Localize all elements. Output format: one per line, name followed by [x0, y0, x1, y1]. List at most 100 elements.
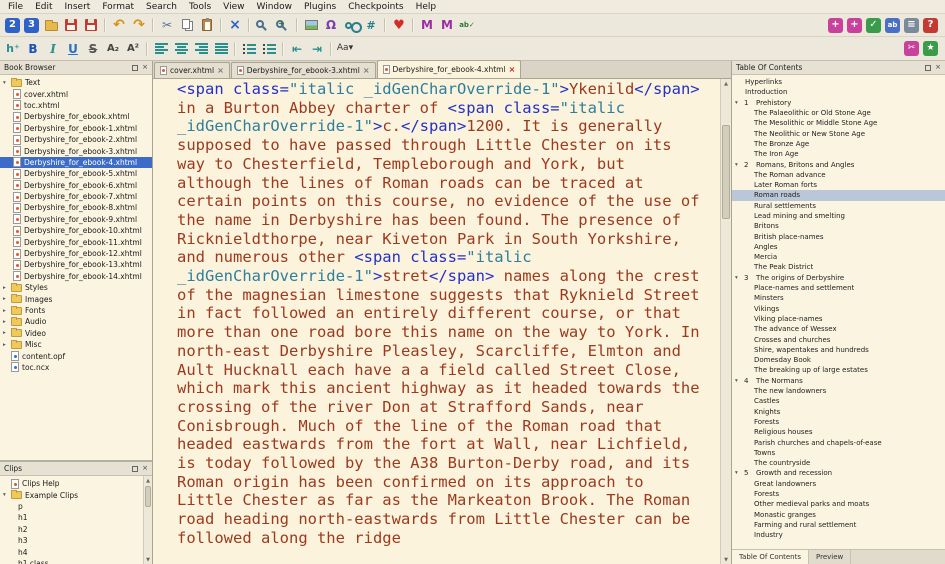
align-left-button[interactable]: [151, 40, 171, 58]
mend-code-button[interactable]: M: [417, 16, 437, 34]
toc-item[interactable]: British place-names: [732, 231, 945, 241]
toc-item[interactable]: Minsters: [732, 293, 945, 303]
toolbar-button[interactable]: [220, 18, 222, 32]
strikethrough-button[interactable]: S: [83, 40, 103, 58]
menu-item[interactable]: Edit: [29, 0, 58, 14]
tree-item-styles-folder[interactable]: Styles: [0, 282, 152, 293]
toc-item[interactable]: The Roman advance: [732, 170, 945, 180]
saved-searches-button[interactable]: ★: [923, 41, 938, 56]
toc-item[interactable]: 3The origins of Derbyshire: [732, 273, 945, 283]
tree-item-toc-ncx[interactable]: toc.ncx: [0, 362, 152, 373]
new-epub3-button[interactable]: 3: [24, 18, 39, 33]
user-guide-button[interactable]: ?: [923, 18, 938, 33]
tree-item[interactable]: Derbyshire_for_ebook-11.xhtml: [0, 236, 152, 247]
scrollbar-thumb[interactable]: [722, 125, 730, 218]
tree-item[interactable]: Derbyshire_for_ebook-12.xhtml: [0, 248, 152, 259]
toolbar-button[interactable]: [384, 18, 386, 32]
cut-button[interactable]: ✂: [157, 16, 177, 34]
outdent-button[interactable]: ⇤: [287, 40, 307, 58]
code-editor[interactable]: <span class="italic _idGenCharOverride-1…: [153, 79, 720, 564]
insert-id-button[interactable]: #: [361, 16, 381, 34]
editor-tab[interactable]: Derbyshire_for_ebook-3.xhtml: [231, 62, 376, 78]
toc-item[interactable]: The Mesolithic or Middle Stone Age: [732, 118, 945, 128]
toolbar-button[interactable]: [282, 42, 284, 56]
tree-item-images-folder[interactable]: Images: [0, 293, 152, 304]
menu-item[interactable]: Plugins: [298, 0, 342, 14]
insert-image-button[interactable]: [301, 16, 321, 34]
tree-item-misc-folder[interactable]: Misc: [0, 339, 152, 350]
footer-tab-toc[interactable]: Table Of Contents: [732, 550, 809, 564]
expand-arrow-icon[interactable]: [735, 162, 744, 168]
close-panel-icon[interactable]: [142, 64, 148, 71]
menu-item[interactable]: Search: [140, 0, 183, 14]
delete-button[interactable]: ×: [225, 16, 245, 34]
toc-item[interactable]: 5Growth and recession: [732, 468, 945, 478]
tree-item-video-folder[interactable]: Video: [0, 328, 152, 339]
open-button[interactable]: [41, 16, 61, 34]
toc-item[interactable]: The Peak District: [732, 262, 945, 272]
toolbar-button[interactable]: [146, 42, 148, 56]
align-right-button[interactable]: [191, 40, 211, 58]
toc-item[interactable]: Religious houses: [732, 427, 945, 437]
toc-item[interactable]: 1Prehistory: [732, 98, 945, 108]
italic-button[interactable]: I: [43, 40, 63, 58]
find-next-button[interactable]: [273, 16, 293, 34]
footer-tab-preview[interactable]: Preview: [809, 550, 851, 564]
save-as-button[interactable]: [81, 16, 101, 34]
toc-item[interactable]: The countryside: [732, 458, 945, 468]
menu-item[interactable]: Window: [251, 0, 299, 14]
toc-item[interactable]: Roman roads: [732, 190, 945, 200]
toolbar-button[interactable]: [412, 18, 414, 32]
clip-item[interactable]: h1 class: [0, 558, 143, 564]
menu-item[interactable]: View: [217, 0, 250, 14]
align-center-button[interactable]: [171, 40, 191, 58]
tree-item[interactable]: Derbyshire_for_ebook.xhtml: [0, 111, 152, 122]
clip-item[interactable]: h1: [0, 512, 143, 523]
toc-item[interactable]: Other medieval parks and moats: [732, 499, 945, 509]
toolbar-button[interactable]: [104, 18, 106, 32]
float-panel-icon[interactable]: [925, 65, 931, 71]
save-button[interactable]: [61, 16, 81, 34]
toc-item[interactable]: The Bronze Age: [732, 139, 945, 149]
toc-item[interactable]: 2Romans, Britons and Angles: [732, 159, 945, 169]
metadata-editor-button[interactable]: ✓: [866, 18, 881, 33]
superscript-button[interactable]: A²: [123, 40, 143, 58]
bullet-list-button[interactable]: [239, 40, 259, 58]
clip-item[interactable]: h4: [0, 546, 143, 557]
toc-item[interactable]: The Iron Age: [732, 149, 945, 159]
toc-item[interactable]: Angles: [732, 242, 945, 252]
indent-button[interactable]: ⇥: [307, 40, 327, 58]
preferences-button[interactable]: ≡: [904, 18, 919, 33]
toc-item[interactable]: Later Roman forts: [732, 180, 945, 190]
float-panel-icon[interactable]: [132, 65, 138, 71]
tab-close-icon[interactable]: [363, 67, 370, 75]
scroll-up-icon[interactable]: [721, 79, 731, 88]
underline-button[interactable]: U: [63, 40, 83, 58]
copy-button[interactable]: [177, 16, 197, 34]
toc-item[interactable]: Farming and rural settlement: [732, 520, 945, 530]
expand-arrow-icon[interactable]: [3, 330, 11, 336]
example-clips-folder[interactable]: Example Clips: [0, 489, 143, 500]
editor-tab[interactable]: cover.xhtml: [154, 62, 230, 78]
toc-item[interactable]: The breaking up of large estates: [732, 365, 945, 375]
text-case-button[interactable]: Aa▾: [335, 40, 355, 58]
tree-item[interactable]: Derbyshire_for_ebook-4.xhtml: [0, 157, 152, 168]
subscript-button[interactable]: A₂: [103, 40, 123, 58]
undo-button[interactable]: ↶: [109, 16, 129, 34]
menu-item[interactable]: Insert: [59, 0, 97, 14]
toc-item[interactable]: Introduction: [732, 87, 945, 97]
toc-item[interactable]: Knights: [732, 407, 945, 417]
clip-item[interactable]: p: [0, 501, 143, 512]
expand-arrow-icon[interactable]: [3, 342, 11, 348]
plugin-2-button[interactable]: +: [847, 18, 862, 33]
toc-item[interactable]: Britons: [732, 221, 945, 231]
tree-item[interactable]: Derbyshire_for_ebook-7.xhtml: [0, 191, 152, 202]
clip-item[interactable]: h3: [0, 535, 143, 546]
spellcheck-button[interactable]: ab✓: [457, 16, 477, 34]
paste-button[interactable]: [197, 16, 217, 34]
close-panel-icon[interactable]: [142, 465, 148, 472]
tree-item-text-folder[interactable]: Text: [0, 77, 152, 88]
special-character-button[interactable]: Ω: [321, 16, 341, 34]
clips-scrollbar[interactable]: [143, 476, 152, 564]
toc-item[interactable]: Great landowners: [732, 479, 945, 489]
